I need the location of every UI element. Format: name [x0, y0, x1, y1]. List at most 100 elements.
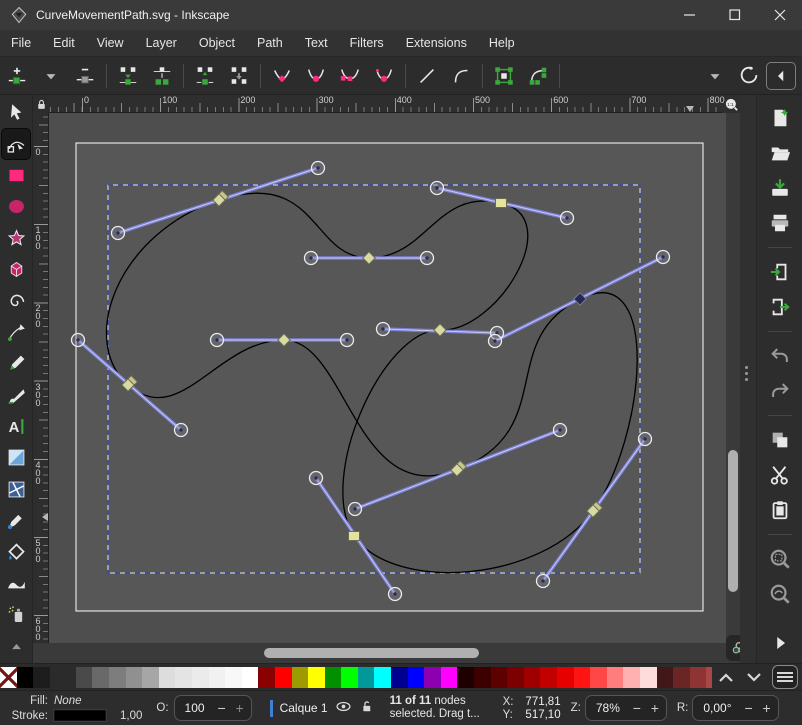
palette-swatch[interactable] [17, 667, 34, 688]
fill-value[interactable]: None [54, 695, 82, 707]
horizontal-ruler[interactable]: 0100200300400500600700800 [49, 95, 722, 113]
palette-swatch[interactable] [657, 667, 674, 688]
palette-swatch[interactable] [341, 667, 358, 688]
menu-text[interactable]: Text [294, 30, 339, 56]
canvas[interactable] [49, 113, 726, 643]
tool-pen[interactable] [2, 318, 30, 347]
drawing-scene[interactable] [49, 113, 726, 643]
palette-swatch[interactable] [374, 667, 391, 688]
palette-swatch[interactable] [457, 667, 474, 688]
join-segment-button[interactable] [145, 61, 179, 91]
layer-visibility-eye-icon[interactable] [335, 698, 352, 718]
line-segment-button[interactable] [410, 61, 444, 91]
object-to-path-button[interactable] [487, 61, 521, 91]
opacity-spinner[interactable]: 100 − + [174, 695, 252, 721]
panel-splitter[interactable] [740, 95, 756, 663]
palette-swatch[interactable] [33, 667, 50, 688]
opacity-decrease-icon[interactable]: − [213, 700, 231, 716]
splitter-grip[interactable] [745, 363, 748, 384]
zoom-increase-icon[interactable]: + [646, 700, 664, 716]
menu-path[interactable]: Path [246, 30, 294, 56]
palette-swatch[interactable] [0, 667, 17, 688]
stroke-to-path-button[interactable] [521, 61, 555, 91]
tool-spiral[interactable] [2, 286, 30, 315]
palette-swatch[interactable] [258, 667, 275, 688]
tool-mesh-gradient[interactable] [2, 475, 30, 504]
palette-swatch[interactable] [159, 667, 176, 688]
document-new-button[interactable] [764, 103, 796, 133]
palette-swatch[interactable] [92, 667, 109, 688]
rotation-value[interactable]: 0,00° [695, 701, 739, 715]
insert-node-button[interactable] [0, 61, 34, 91]
zoom-value[interactable]: 78% [588, 701, 628, 715]
menu-object[interactable]: Object [188, 30, 246, 56]
tool-rectangle[interactable] [2, 161, 30, 190]
palette-swatch[interactable] [507, 667, 524, 688]
palette-swatch[interactable] [242, 667, 259, 688]
ruler-lock-icon[interactable] [33, 95, 49, 113]
palette-scroll-up-icon[interactable] [712, 665, 740, 689]
palette-swatch[interactable] [441, 667, 458, 688]
menu-view[interactable]: View [86, 30, 135, 56]
palette-swatch[interactable] [524, 667, 541, 688]
path-node-square[interactable] [496, 199, 507, 208]
menu-filters[interactable]: Filters [339, 30, 395, 56]
make-corner-button[interactable] [265, 61, 299, 91]
document-export-button[interactable] [764, 292, 796, 322]
document-save-button[interactable] [764, 173, 796, 203]
opacity-increase-icon[interactable]: + [231, 700, 249, 716]
close-button[interactable] [757, 0, 802, 30]
zoom-drawing-button[interactable] [764, 579, 796, 609]
palette-swatch[interactable] [673, 667, 690, 688]
tool-pencil[interactable] [2, 349, 30, 378]
document-open-button[interactable] [764, 138, 796, 168]
palette-swatch[interactable] [690, 667, 707, 688]
palette-swatch[interactable] [109, 667, 126, 688]
document-print-button[interactable] [764, 208, 796, 238]
menu-help[interactable]: Help [478, 30, 526, 56]
palette-swatch[interactable] [142, 667, 159, 688]
palette-swatch[interactable] [358, 667, 375, 688]
zoom-selection-button[interactable] [764, 544, 796, 574]
horizontal-scrollbar-thumb[interactable] [264, 648, 479, 658]
insert-dropdown-button[interactable] [34, 61, 68, 91]
palette-swatch[interactable] [474, 667, 491, 688]
edit-redo-button[interactable] [764, 376, 796, 406]
tool-ellipse[interactable] [2, 192, 30, 221]
palette-swatch[interactable] [126, 667, 143, 688]
tool-text[interactable]: A [2, 412, 30, 441]
edit-undo-button[interactable] [764, 341, 796, 371]
make-symmetric-button[interactable] [333, 61, 367, 91]
expand-panel-button[interactable] [764, 628, 796, 658]
stroke-width-value[interactable]: 1,00 [120, 710, 142, 722]
tool-box-3d[interactable] [2, 255, 30, 284]
zoom-spinner[interactable]: 78% − + [585, 695, 667, 721]
tool-toolbox-more[interactable] [2, 632, 30, 661]
palette-swatch[interactable] [175, 667, 192, 688]
join-nodes-button[interactable] [111, 61, 145, 91]
palette-swatch[interactable] [209, 667, 226, 688]
tool-dropper[interactable] [2, 506, 30, 535]
opacity-value[interactable]: 100 [177, 701, 213, 715]
vertical-ruler[interactable]: 01 0 02 0 03 0 04 0 05 0 06 0 0 [33, 113, 49, 643]
curve-segment-button[interactable] [444, 61, 478, 91]
vertical-scrollbar-thumb[interactable] [728, 450, 738, 592]
horizontal-scrollbar[interactable] [33, 643, 740, 663]
palette-swatch[interactable] [557, 667, 574, 688]
palette-swatch[interactable] [325, 667, 342, 688]
palette-swatch[interactable] [623, 667, 640, 688]
stroke-swatch[interactable] [54, 710, 106, 721]
rotation-decrease-icon[interactable]: − [740, 700, 758, 716]
make-auto-button[interactable] [367, 61, 401, 91]
palette-swatch[interactable] [308, 667, 325, 688]
layer-name[interactable]: Calque 1 [280, 701, 328, 715]
rotation-increase-icon[interactable]: + [758, 700, 776, 716]
tool-gradient[interactable] [2, 443, 30, 472]
palette-swatch[interactable] [607, 667, 624, 688]
palette-swatch[interactable] [76, 667, 93, 688]
palette-swatch[interactable] [292, 667, 309, 688]
tool-paint-bucket[interactable] [2, 537, 30, 566]
rotation-spinner[interactable]: 0,00° − + [692, 695, 778, 721]
palette-swatch[interactable] [275, 667, 292, 688]
palette-scroll-down-icon[interactable] [740, 665, 768, 689]
